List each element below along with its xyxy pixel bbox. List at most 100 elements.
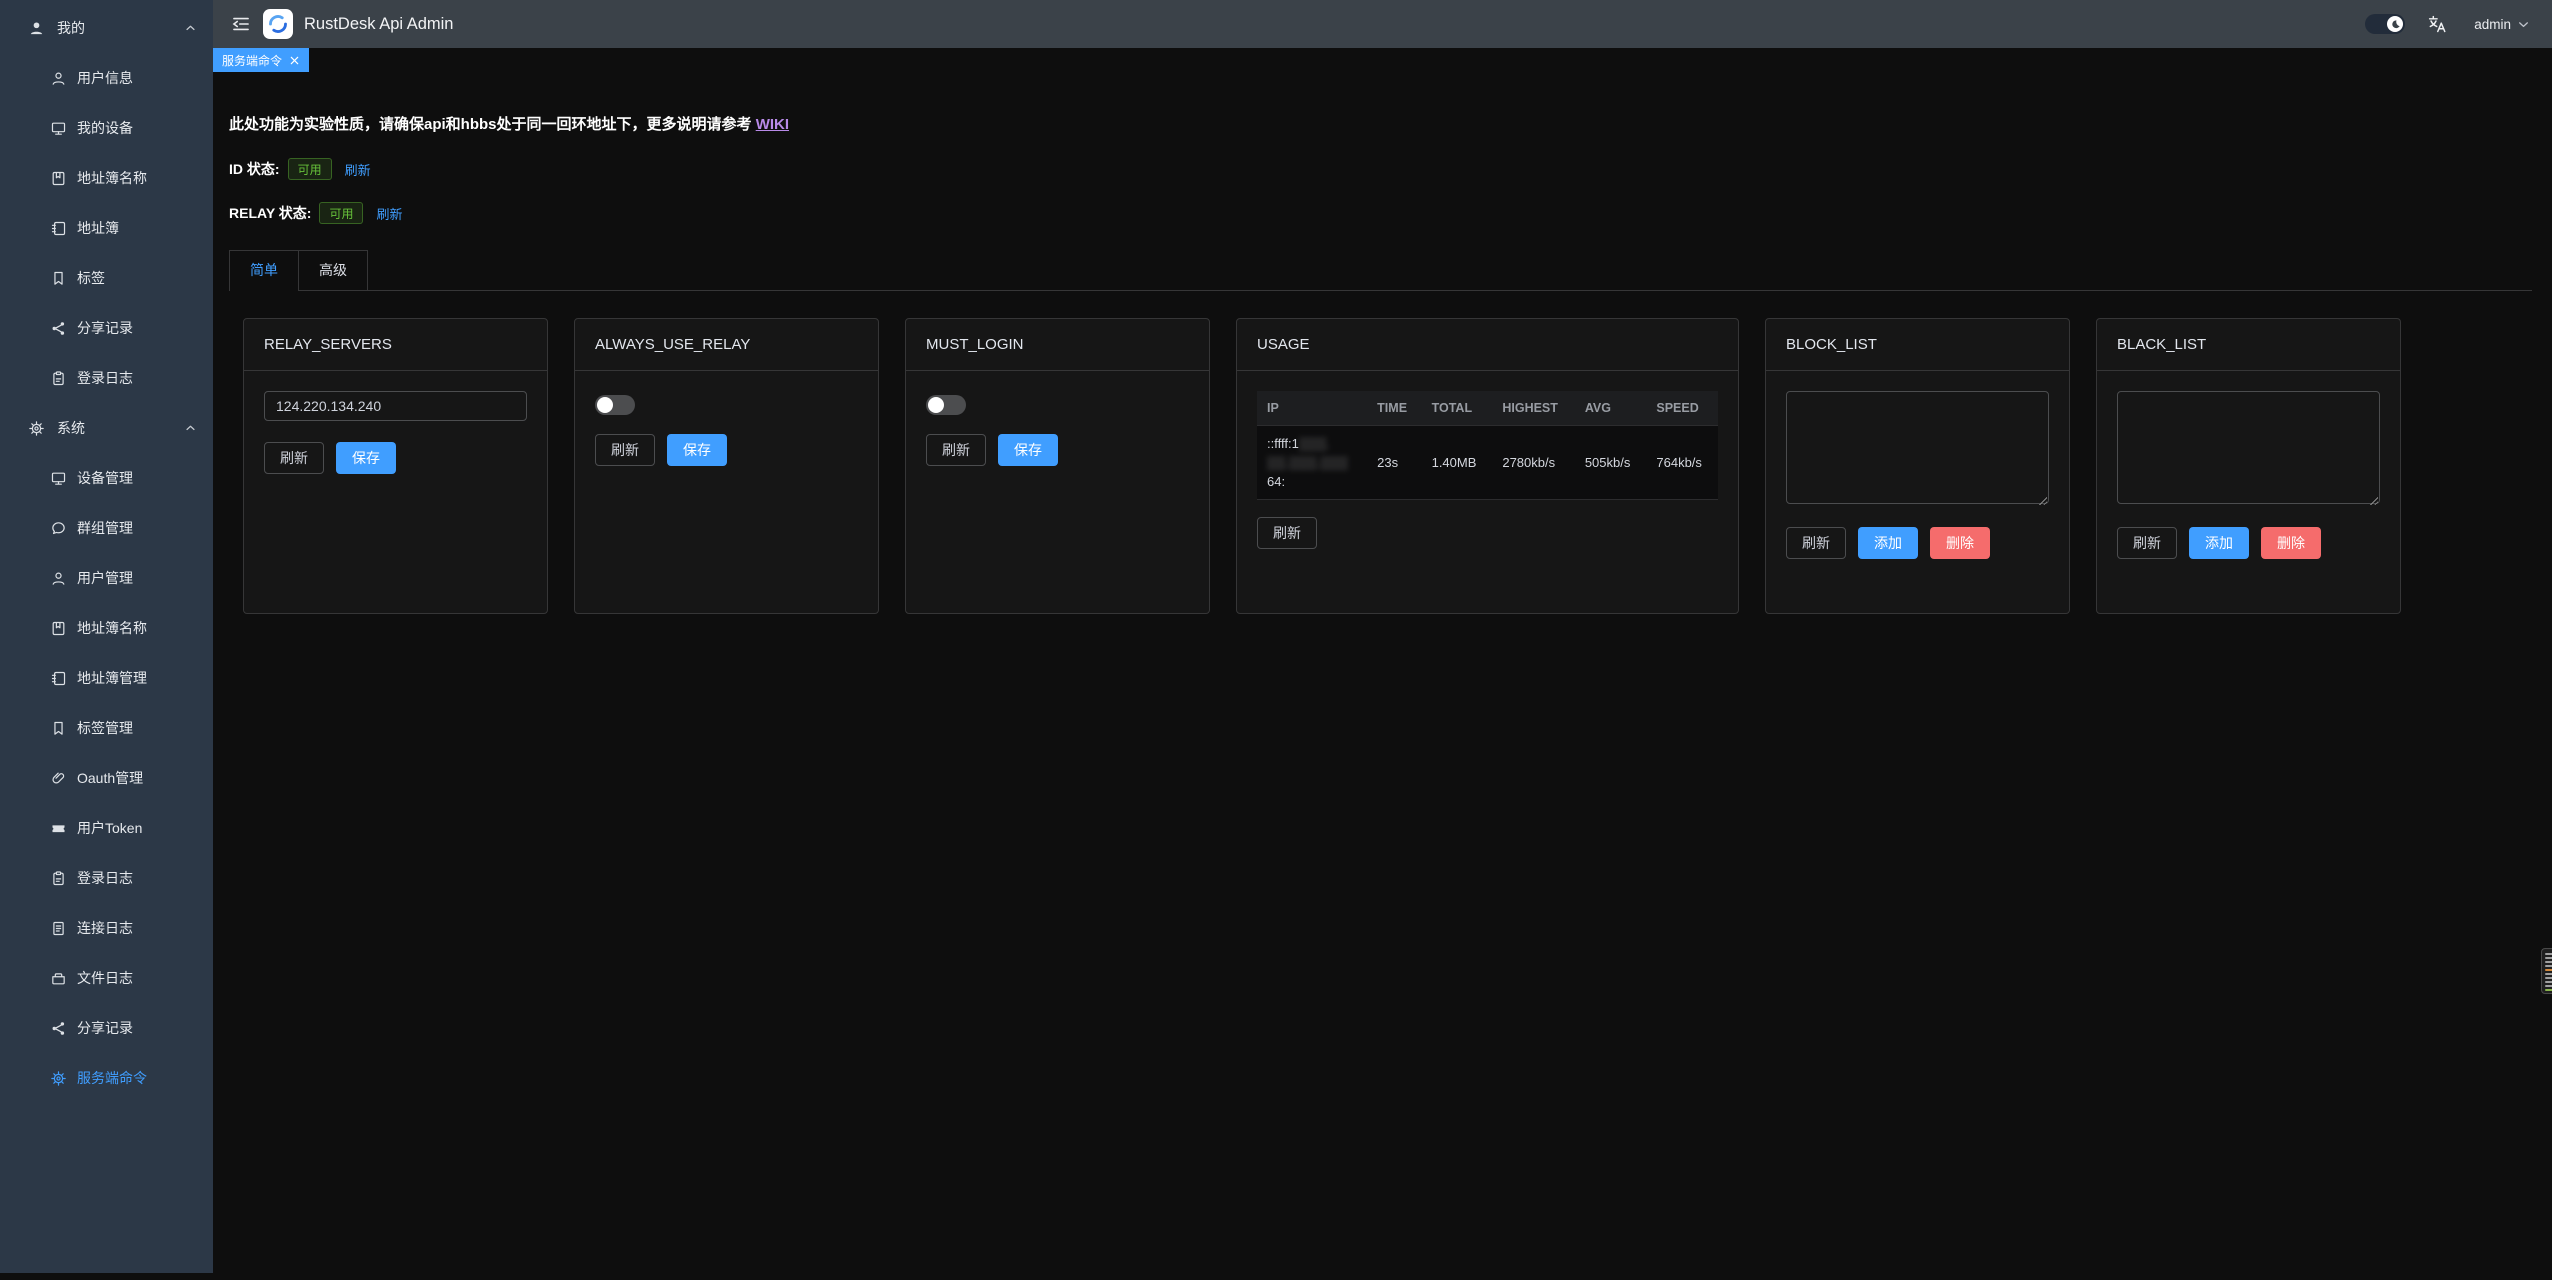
card-black-list: BLACK_LIST 刷新 添加 删除	[2096, 318, 2401, 614]
must-login-toggle[interactable]	[926, 395, 966, 415]
share-icon	[50, 1020, 67, 1037]
relay-servers-input[interactable]	[264, 391, 527, 421]
block-list-textarea[interactable]	[1786, 391, 2049, 504]
clipboard-icon	[50, 370, 67, 387]
sidebar-section-system[interactable]: 系统	[0, 403, 213, 453]
refresh-button[interactable]: 刷新	[2117, 527, 2177, 559]
sidebar-item-addressbook-mgmt[interactable]: 地址簿管理	[0, 653, 213, 703]
sidebar-section-label: 我的	[57, 18, 182, 38]
sidebar-item-login-logs-admin[interactable]: 登录日志	[0, 853, 213, 903]
sidebar-item-file-logs[interactable]: 文件日志	[0, 953, 213, 1003]
monitor-icon	[50, 120, 67, 137]
tab-server-commands[interactable]: 服务端命令	[213, 48, 309, 72]
sidebar-item-tags[interactable]: 标签	[0, 253, 213, 303]
refresh-button[interactable]: 刷新	[595, 434, 655, 466]
delete-button[interactable]: 删除	[2261, 527, 2321, 559]
textarea-wrap	[1786, 391, 2049, 509]
sidebar-item-my-devices[interactable]: 我的设备	[0, 103, 213, 153]
experimental-notice: 此处功能为实验性质，请确保api和hbbs处于同一回环地址下，更多说明请参考 W…	[229, 113, 2532, 134]
widget-bar	[2545, 973, 2552, 975]
id-refresh-link[interactable]: 刷新	[345, 160, 371, 179]
sidebar-item-label: 地址簿管理	[77, 668, 147, 688]
translate-icon[interactable]	[2427, 14, 2448, 35]
widget-bar	[2545, 961, 2552, 963]
sidebar-item-label: 连接日志	[77, 918, 133, 938]
sidebar-item-group-mgmt[interactable]: 群组管理	[0, 503, 213, 553]
sidebar-item-label: 文件日志	[77, 968, 133, 988]
sidebar-item-label: 分享记录	[77, 318, 133, 338]
card-title: MUST_LOGIN	[906, 319, 1209, 371]
sidebar-item-tag-mgmt[interactable]: 标签管理	[0, 703, 213, 753]
sidebar-item-label: 登录日志	[77, 868, 133, 888]
ticket-icon	[50, 820, 67, 837]
tab-advanced[interactable]: 高级	[299, 250, 368, 290]
sidebar-item-device-mgmt[interactable]: 设备管理	[0, 453, 213, 503]
ip-text-segment: 64:	[1267, 474, 1285, 489]
sidebar-item-addressbook[interactable]: 地址簿	[0, 203, 213, 253]
usage-table: IPTIMETOTALHIGHESTAVGSPEED ::ffff:1▒▒▒.▒…	[1257, 391, 1718, 500]
notice-text: 此处功能为实验性质，请确保api和hbbs处于同一回环地址下，更多说明请参考	[229, 116, 756, 133]
save-button[interactable]: 保存	[336, 442, 396, 474]
relay-refresh-link[interactable]: 刷新	[376, 204, 402, 223]
sidebar-item-user-token[interactable]: 用户Token	[0, 803, 213, 853]
user-filled-icon	[28, 20, 45, 37]
sidebar-section-mine[interactable]: 我的	[0, 3, 213, 53]
widget-bar	[2545, 953, 2552, 955]
wiki-link[interactable]: WIKI	[756, 116, 789, 133]
share-icon	[50, 320, 67, 337]
bookmark-icon	[50, 270, 67, 287]
relay-status-label: RELAY 状态:	[229, 203, 311, 223]
add-button[interactable]: 添加	[1858, 527, 1918, 559]
refresh-button[interactable]: 刷新	[1786, 527, 1846, 559]
usage-table-row: ::ffff:1▒▒▒.▒▒.▒▒▒.▒▒▒64: 23s 1.40MB 278…	[1257, 426, 1718, 500]
black-list-textarea[interactable]	[2117, 391, 2380, 504]
always-use-relay-toggle[interactable]	[595, 395, 635, 415]
link-icon	[50, 770, 67, 787]
usage-cell-highest: 2780kb/s	[1492, 426, 1574, 500]
refresh-button[interactable]: 刷新	[264, 442, 324, 474]
save-button[interactable]: 保存	[667, 434, 727, 466]
refresh-button[interactable]: 刷新	[1257, 517, 1317, 549]
sidebar-item-addressbook-names-mgmt[interactable]: 地址簿名称	[0, 603, 213, 653]
usage-col-time: TIME	[1367, 391, 1421, 426]
fold-menu-icon[interactable]	[231, 14, 251, 34]
rustdesk-logo	[263, 9, 293, 39]
top-header: RustDesk Api Admin admin	[213, 0, 2552, 48]
usage-col-highest: HIGHEST	[1492, 391, 1574, 426]
sidebar-item-login-logs[interactable]: 登录日志	[0, 353, 213, 403]
dark-mode-toggle[interactable]	[2365, 14, 2405, 34]
bookmark-icon	[50, 720, 67, 737]
delete-button[interactable]: 删除	[1930, 527, 1990, 559]
edge-extension-widget[interactable]	[2541, 948, 2552, 994]
id-status-row: ID 状态: 可用 刷新	[229, 158, 2532, 180]
sidebar-item-user-mgmt[interactable]: 用户管理	[0, 553, 213, 603]
tab-simple[interactable]: 简单	[229, 250, 299, 290]
save-button[interactable]: 保存	[998, 434, 1058, 466]
widget-bar	[2545, 981, 2552, 983]
sidebar-item-share-records-admin[interactable]: 分享记录	[0, 1003, 213, 1053]
add-button[interactable]: 添加	[2189, 527, 2249, 559]
usage-cell-total: 1.40MB	[1422, 426, 1493, 500]
folder-icon	[50, 970, 67, 987]
relay-status-row: RELAY 状态: 可用 刷新	[229, 202, 2532, 224]
sidebar-item-oauth-mgmt[interactable]: Oauth管理	[0, 753, 213, 803]
sidebar-item-share-records[interactable]: 分享记录	[0, 303, 213, 353]
sidebar-item-addressbook-names[interactable]: 地址簿名称	[0, 153, 213, 203]
sidebar-item-user-info[interactable]: 用户信息	[0, 53, 213, 103]
widget-bar	[2545, 985, 2552, 987]
close-icon[interactable]	[289, 55, 300, 66]
book-icon	[50, 170, 67, 187]
card-title: BLOCK_LIST	[1766, 319, 2069, 371]
card-must-login: MUST_LOGIN 刷新 保存	[905, 318, 1210, 614]
card-title: ALWAYS_USE_RELAY	[575, 319, 878, 371]
user-menu[interactable]: admin	[2474, 17, 2530, 32]
chevron-up-icon	[182, 22, 199, 34]
refresh-button[interactable]: 刷新	[926, 434, 986, 466]
monitor-icon	[50, 470, 67, 487]
sidebar-item-connection-logs[interactable]: 连接日志	[0, 903, 213, 953]
card-title: RELAY_SERVERS	[244, 319, 547, 371]
sidebar-item-server-commands[interactable]: 服务端命令	[0, 1053, 213, 1103]
card-always-use-relay: ALWAYS_USE_RELAY 刷新 保存	[574, 318, 879, 614]
usage-col-speed: SPEED	[1646, 391, 1718, 426]
sidebar-item-label: 分享记录	[77, 1018, 133, 1038]
